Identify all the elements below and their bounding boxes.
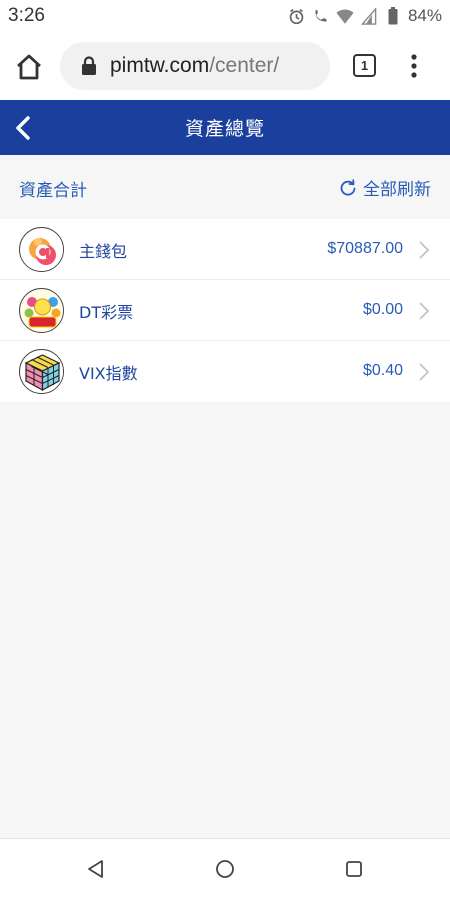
url-bar[interactable]: pimtw.com/center/ xyxy=(60,42,330,90)
asset-summary-row: 資產合計 全部刷新 xyxy=(0,155,450,219)
wifi-icon xyxy=(336,7,354,25)
url-path: /center/ xyxy=(209,54,280,77)
asset-item-vix-index[interactable]: VIX指數 $0.40 xyxy=(0,341,450,402)
tab-switcher-button[interactable]: 1 xyxy=(353,54,376,77)
circle-home-icon xyxy=(216,860,234,878)
system-nav-bar xyxy=(0,838,450,900)
browser-menu-button[interactable] xyxy=(406,52,422,80)
rubik-cube-logo xyxy=(19,349,64,394)
asset-name: DT彩票 xyxy=(79,303,134,322)
chevron-left-icon xyxy=(16,116,30,140)
bingo-lottery-logo xyxy=(19,288,64,333)
wifi-call-icon xyxy=(312,7,330,25)
chevron-right-icon xyxy=(419,302,430,320)
chevron-right-icon xyxy=(419,241,430,259)
asset-amount: $70887.00 xyxy=(327,240,403,257)
battery-percent: 84% xyxy=(407,6,442,25)
more-vert-icon xyxy=(411,54,417,78)
triangle-back-icon xyxy=(88,860,103,878)
nav-back-button[interactable] xyxy=(85,858,107,880)
refresh-icon xyxy=(340,178,356,196)
url-host: pimtw.com xyxy=(110,54,210,77)
home-icon xyxy=(17,54,41,80)
app-header: 資產總覽 xyxy=(0,100,450,155)
browser-home-button[interactable] xyxy=(14,52,44,82)
asset-item-dt-lottery[interactable]: DT彩票 $0.00 xyxy=(0,280,450,341)
refresh-all-label: 全部刷新 xyxy=(363,180,431,200)
lock-icon xyxy=(82,56,96,75)
square-recents-icon xyxy=(346,861,362,877)
status-bar: 3:26 84% xyxy=(0,0,450,32)
main-wallet-logo xyxy=(19,227,64,272)
signal-icon xyxy=(360,7,378,25)
asset-name: 主錢包 xyxy=(79,242,128,261)
asset-amount: $0.40 xyxy=(362,362,403,379)
url-text: pimtw.com/center/ xyxy=(110,54,279,78)
asset-total-label: 資產合計 xyxy=(19,181,87,201)
status-time: 3:26 xyxy=(8,5,45,26)
alarm-icon xyxy=(288,7,306,25)
page-title: 資產總覽 xyxy=(184,118,265,140)
asset-list: 主錢包 $70887.00 DT彩票 $0.00 VIX指數 $0.40 xyxy=(0,219,450,402)
asset-item-main-wallet[interactable]: 主錢包 $70887.00 xyxy=(0,219,450,280)
back-button[interactable] xyxy=(10,113,38,143)
chevron-right-icon xyxy=(419,363,430,381)
battery-icon xyxy=(384,7,402,25)
asset-name: VIX指數 xyxy=(79,364,138,383)
browser-toolbar: pimtw.com/center/ 1 xyxy=(0,32,450,100)
status-icons: 84% xyxy=(288,6,442,26)
nav-home-button[interactable] xyxy=(214,858,236,880)
nav-recents-button[interactable] xyxy=(344,859,364,879)
refresh-all-button[interactable]: 全部刷新 xyxy=(339,175,431,200)
asset-amount: $0.00 xyxy=(362,301,403,318)
